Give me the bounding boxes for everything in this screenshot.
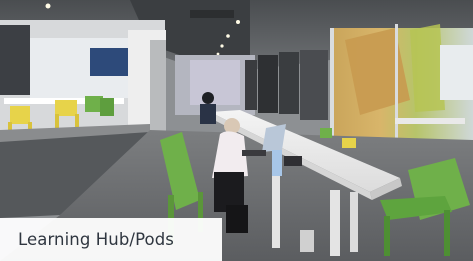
caption-box: Learning Hub/Pods — [0, 218, 222, 261]
glass-pods — [330, 24, 473, 156]
caption-label: Learning Hub/Pods — [18, 230, 175, 249]
corridor — [175, 50, 328, 120]
photo-frame: Learning Hub/Pods — [0, 0, 473, 261]
